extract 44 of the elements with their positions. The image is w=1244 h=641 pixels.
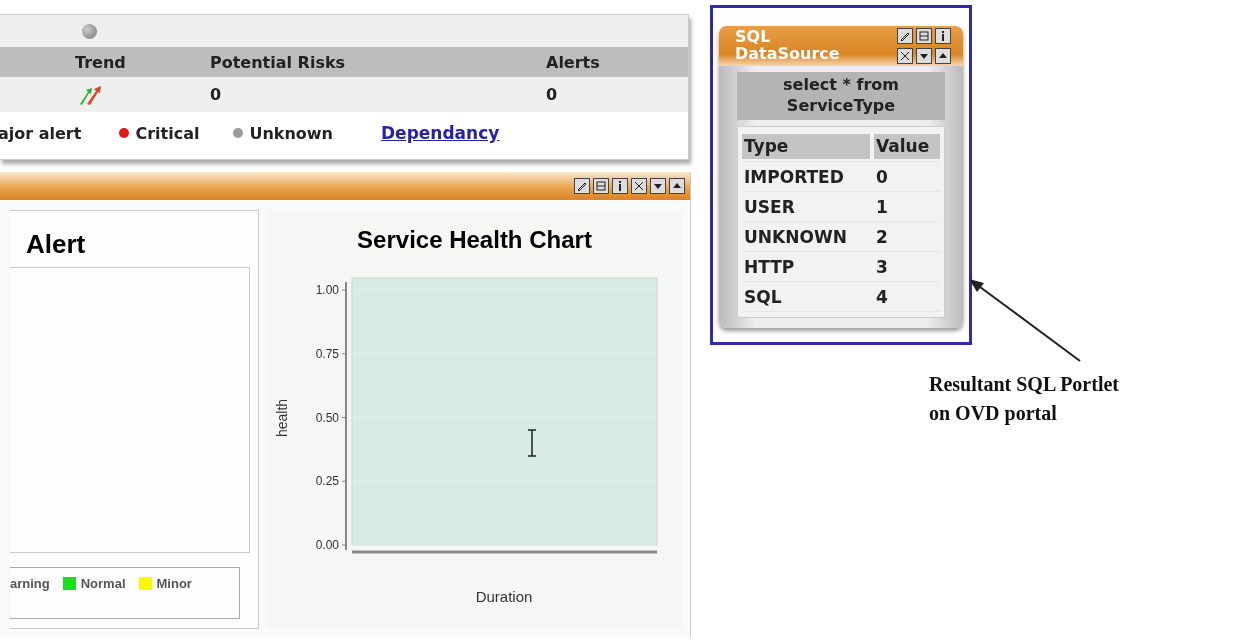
table-cell-text: USER	[743, 196, 796, 217]
text-cursor-icon	[527, 429, 537, 457]
y-axis-label: health	[274, 398, 290, 438]
table-cell-text: 0	[875, 166, 889, 187]
annotation-text: Resultant SQL Portlet on OVD portal	[929, 372, 1120, 427]
portlet-title: SQL DataSource	[735, 28, 841, 65]
column-header: Alerts	[546, 52, 601, 72]
pencil-icon[interactable]	[574, 178, 590, 194]
table-cell-text: IMPORTED	[743, 166, 845, 187]
y-tick-label: 1.00	[315, 283, 339, 297]
column-header: Value	[874, 134, 940, 159]
y-tick-label: 0.50	[315, 410, 339, 425]
table-cell-text: 2	[875, 226, 889, 247]
dependency-link[interactable]: Dependancy	[381, 123, 500, 143]
table-cell-text: 1	[875, 196, 889, 217]
table-cell-text: HTTP	[743, 256, 796, 277]
table-cell-text: 0	[210, 85, 223, 104]
column-header: Trend	[75, 52, 127, 72]
y-tick-label: 0.25	[315, 474, 339, 489]
close-icon[interactable]	[631, 178, 647, 194]
query-header: select * from ServiceType	[737, 72, 945, 120]
legend-label: Critical	[135, 123, 200, 143]
legend-label: arning	[10, 576, 50, 591]
trend-arrows-icon	[78, 83, 104, 106]
table-cell-text: 3	[875, 256, 889, 277]
table-cell-text: 4	[875, 286, 889, 307]
info-icon[interactable]	[612, 178, 628, 194]
legend-label: Minor	[156, 576, 192, 591]
pencil-icon[interactable]	[897, 28, 913, 44]
x-axis-label: Duration	[475, 588, 533, 605]
close-icon[interactable]	[897, 48, 913, 64]
column-header: Type	[742, 134, 870, 159]
table-cell-text: SQL	[743, 286, 783, 307]
y-tick-label: 0.00	[315, 538, 339, 552]
status-dot-icon	[82, 23, 97, 39]
legend-label: Unknown	[249, 123, 333, 143]
table-cell-text: UNKNOWN	[743, 226, 848, 247]
legend-label: Normal	[80, 576, 126, 591]
table-cell-text: 0	[546, 85, 559, 104]
info-icon[interactable]	[935, 28, 951, 44]
y-tick-label: 0.75	[315, 346, 339, 361]
panel-title: Alert	[25, 228, 87, 261]
column-header: Potential Risks	[210, 52, 347, 72]
chart-title: Service Health Chart	[356, 225, 593, 255]
